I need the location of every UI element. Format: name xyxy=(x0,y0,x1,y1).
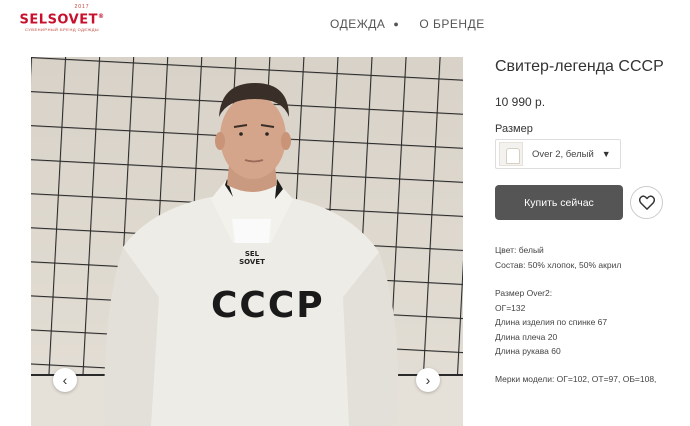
nav-item-about[interactable]: О БРЕНДЕ xyxy=(419,17,484,31)
product-price: 10 990 р. xyxy=(495,95,546,109)
product-photo xyxy=(31,57,463,426)
measurement-line: ОГ=132 xyxy=(495,302,526,313)
chevron-right-icon: › xyxy=(425,372,431,388)
brand-logo[interactable]: 2017 SELSOVET® СУВЕНИРНЫЙ БРЕНД ОДЕЖДЫ xyxy=(2,4,122,32)
dropdown-dot-icon: ● xyxy=(393,19,400,29)
product-gallery[interactable]: SEL SOVET СССР xyxy=(31,57,463,426)
heart-icon xyxy=(638,195,655,210)
measurement-line: Длина рукава 60 xyxy=(495,346,561,356)
caret-down-icon: ▼ xyxy=(601,149,611,159)
favorite-button[interactable] xyxy=(630,186,663,219)
shirt-label: SEL SOVET xyxy=(239,250,265,266)
size-label: Размер xyxy=(495,123,533,135)
logo-tagline: СУВЕНИРНЫЙ БРЕНД ОДЕЖДЫ xyxy=(25,27,99,33)
size-heading: Размер Over2: xyxy=(495,288,553,298)
variant-thumbnail xyxy=(499,142,523,166)
measurement-line: Длина изделия по спинке 67 xyxy=(495,317,608,327)
composition-line: Состав: 50% хлопок, 50% акрил xyxy=(495,259,622,270)
main-nav: ОДЕЖДА ● О БРЕНДЕ xyxy=(330,17,485,31)
color-line: Цвет: белый xyxy=(495,245,544,255)
nav-item-label: О БРЕНДЕ xyxy=(419,17,485,31)
size-select-value: Over 2, белый xyxy=(532,148,594,160)
size-select[interactable]: Over 2, белый ▼ xyxy=(495,139,621,169)
size-measurements: Размер Over2: ОГ=132 Длина изделия по сп… xyxy=(495,286,607,359)
product-attributes: Цвет: белый Состав: 50% хлопок, 50% акри… xyxy=(495,243,621,272)
logo-name: SELSOVET® xyxy=(19,12,105,28)
shirt-print-text: СССР xyxy=(211,285,325,326)
product-title: Свитер-легенда СССР xyxy=(495,58,664,75)
gallery-prev-button[interactable]: ‹ xyxy=(53,368,77,392)
buy-now-button[interactable]: Купить сейчас xyxy=(495,185,623,220)
gallery-next-button[interactable]: › xyxy=(416,368,440,392)
nav-item-clothing[interactable]: ОДЕЖДА ● xyxy=(330,17,419,31)
measurement-line: Длина плеча 20 xyxy=(495,331,558,342)
chevron-left-icon: ‹ xyxy=(62,372,68,388)
model-measurements: Мерки модели: ОГ=102, ОТ=97, ОБ=108, xyxy=(495,374,657,384)
nav-item-label: ОДЕЖДА xyxy=(330,17,386,31)
